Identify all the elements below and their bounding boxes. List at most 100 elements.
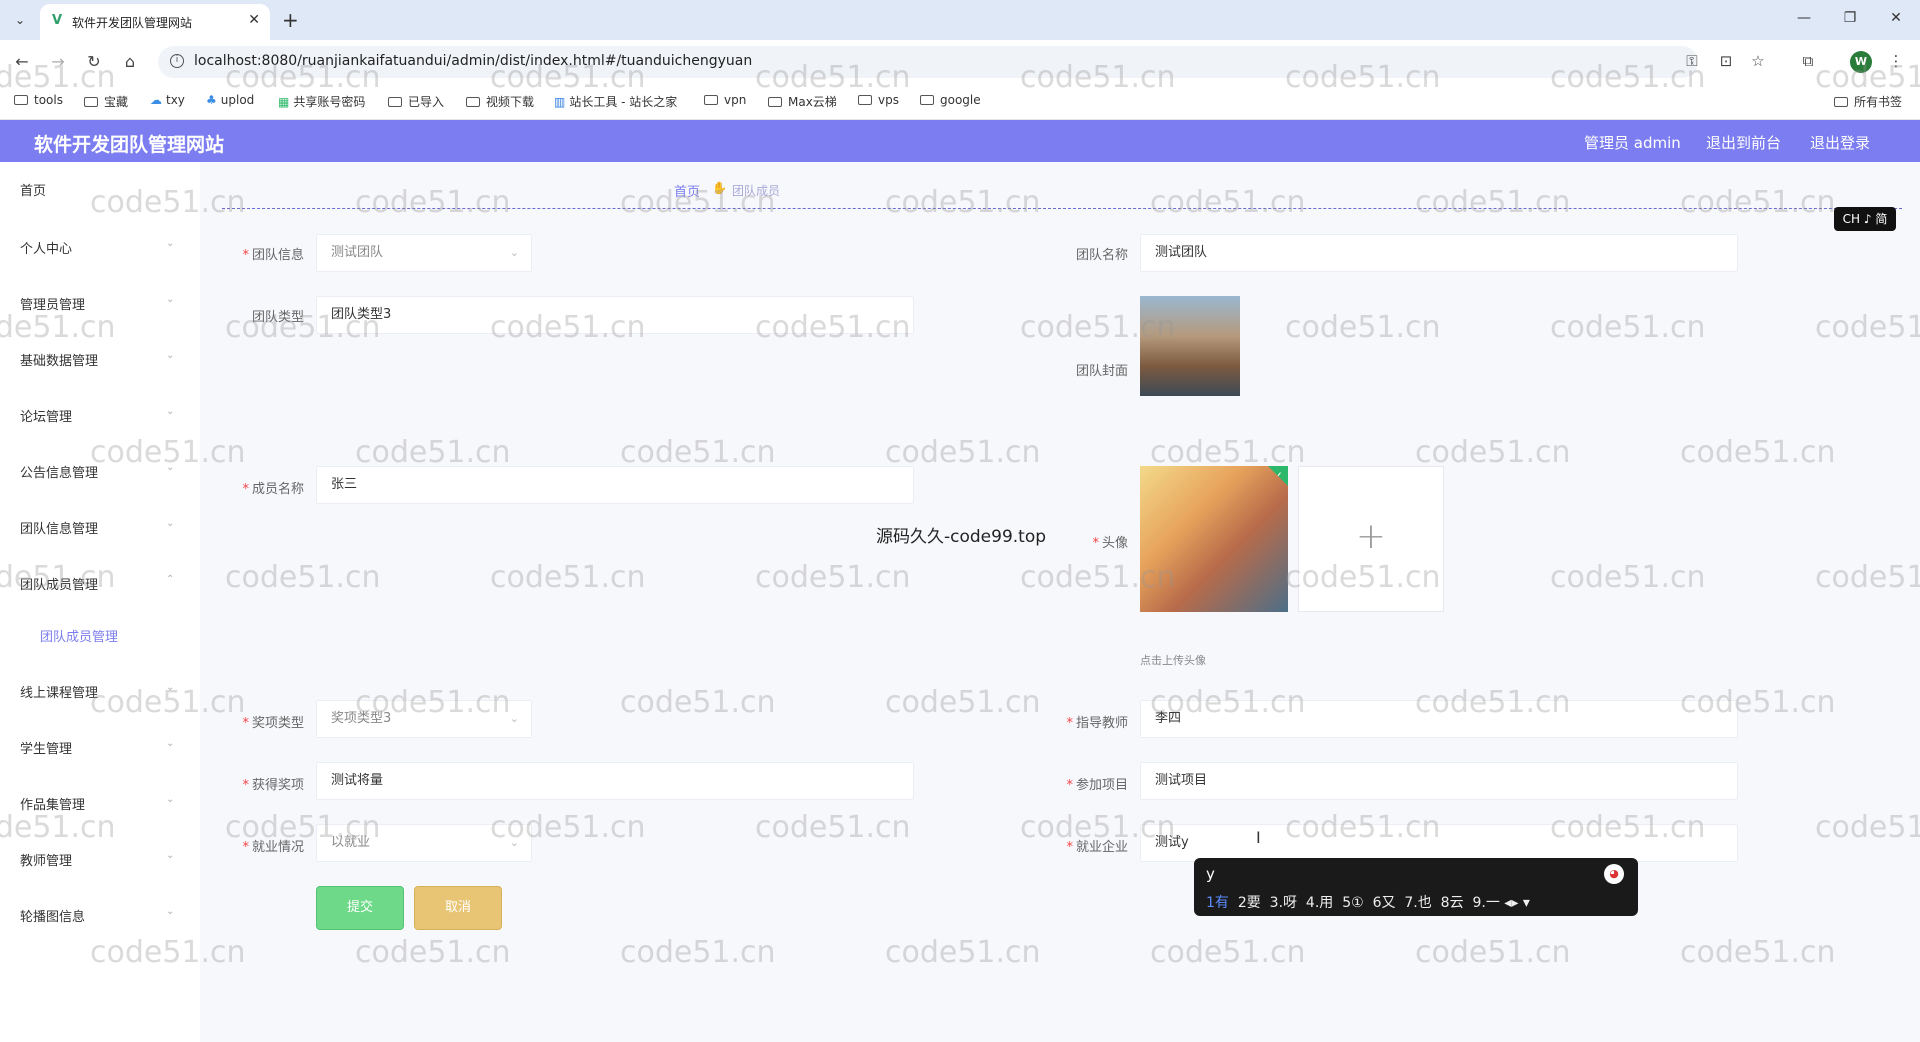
ime-candidate[interactable]: 8云 — [1441, 895, 1464, 911]
bookmark-uplod[interactable]: ♣ uplod — [206, 93, 254, 107]
forward-icon[interactable]: → — [48, 52, 68, 71]
ime-mode-badge[interactable]: CH ♪ 简 — [1834, 207, 1896, 231]
bookmark-shared-accounts[interactable]: ▦ 共享账号密码 — [278, 93, 365, 110]
ime-page-arrows-icon[interactable]: ◂▸ — [1504, 895, 1518, 911]
star-icon[interactable]: ☆ — [1748, 52, 1768, 70]
bookmark-google[interactable]: google — [920, 93, 981, 107]
sidebar-item-forum[interactable]: 论坛管理 — [20, 406, 72, 425]
team-name-input[interactable]: 测试团队 — [1140, 234, 1738, 272]
ime-candidate[interactable]: 7.也 — [1404, 895, 1431, 911]
avatar-image[interactable] — [1140, 466, 1288, 612]
project-label: * 参加项目 — [1066, 778, 1128, 793]
reload-icon[interactable]: ↻ — [84, 52, 104, 71]
minimize-icon[interactable]: — — [1794, 10, 1814, 26]
sidebar-item-base-data[interactable]: 基础数据管理 — [20, 350, 98, 369]
sidebar-item-team-info[interactable]: 团队信息管理 — [20, 518, 98, 537]
upload-plus-icon[interactable]: + — [1298, 466, 1444, 612]
bookmark-baozang[interactable]: 宝藏 — [84, 93, 128, 110]
site-info-icon[interactable]: i — [170, 54, 184, 68]
chart-icon: ▥ — [554, 95, 566, 109]
ime-candidate[interactable]: 2要 — [1238, 895, 1261, 911]
avatar-label: * 头像 — [1092, 536, 1128, 551]
chevron-down-icon: ⌄ — [166, 238, 175, 249]
ime-candidate-window: y ◕ 1有 2要 3.呀 4.用 5① 6又 7.也 8云 9.一 ◂▸ ▾ — [1194, 858, 1638, 916]
url-field[interactable]: i localhost:8080/ruanjiankaifatuandui/ad… — [158, 46, 1698, 78]
sidebar-item-carousel[interactable]: 轮播图信息 — [20, 906, 85, 925]
sidebar-item-teacher[interactable]: 教师管理 — [20, 850, 72, 869]
menu-dots-icon[interactable]: ⋮ — [1886, 52, 1906, 70]
member-name-input[interactable]: 张三 — [316, 466, 914, 504]
award-input[interactable]: 测试将量 — [316, 762, 914, 800]
chevron-down-icon: ⌄ — [166, 794, 175, 805]
avatar-upload-hint: 点击上传头像 — [1140, 654, 1206, 667]
chevron-down-icon: ⌄ — [166, 850, 175, 861]
breadcrumb-home[interactable]: 首页 — [674, 181, 700, 200]
project-input[interactable]: 测试项目 — [1140, 762, 1738, 800]
ime-composition: y — [1206, 865, 1215, 883]
folder-icon — [768, 97, 782, 107]
bookmark-txy[interactable]: ☁ txy — [150, 93, 185, 107]
ime-expand-icon[interactable]: ▾ — [1523, 895, 1530, 911]
sheet-icon: ▦ — [278, 95, 290, 109]
ime-candidate[interactable]: 1有 — [1206, 895, 1229, 911]
close-tab-icon[interactable]: ✕ — [248, 12, 260, 28]
bookmark-imported[interactable]: 已导入 — [388, 93, 444, 110]
team-cover-label: 团队封面 — [1075, 364, 1128, 379]
sidebar-item-team-member[interactable]: 团队成员管理 — [20, 574, 98, 593]
logout-link[interactable]: 退出登录 — [1810, 132, 1870, 153]
exit-to-front-link[interactable]: 退出到前台 — [1706, 132, 1781, 153]
bookmark-all[interactable]: 所有书签 — [1834, 93, 1902, 110]
chevron-down-icon: ⌄ — [166, 406, 175, 417]
bookmark-max[interactable]: Max云梯 — [768, 93, 837, 110]
app-title: 软件开发团队管理网站 — [34, 134, 225, 156]
folder-icon — [466, 97, 480, 107]
bookmark-video-download[interactable]: 视频下载 — [466, 93, 534, 110]
team-type-input[interactable]: 团队类型3 — [316, 296, 914, 334]
team-info-select[interactable]: 测试团队 ⌄ — [316, 234, 532, 272]
ime-candidate[interactable]: 5① — [1342, 895, 1363, 911]
bookmark-tools[interactable]: tools — [14, 93, 63, 107]
sidebar-item-notice[interactable]: 公告信息管理 — [20, 462, 98, 481]
extensions-icon[interactable]: ⧉ — [1798, 52, 1818, 70]
network-icon: ♣ — [206, 93, 217, 107]
address-bar: ← → ↻ ⌂ i localhost:8080/ruanjiankaifatu… — [0, 40, 1920, 84]
chevron-down-icon: ⌄ — [166, 906, 175, 917]
home-icon[interactable]: ⌂ — [120, 52, 140, 71]
sidebar-item-online-course[interactable]: 线上课程管理 — [20, 682, 98, 701]
bookmark-vps[interactable]: vps — [858, 93, 899, 107]
submit-button[interactable]: 提交 — [316, 886, 404, 930]
restore-icon[interactable]: ❐ — [1840, 10, 1860, 26]
browser-tab-bar: ⌄ V 软件开发团队管理网站 ✕ + — ❐ ✕ — [0, 0, 1920, 40]
employment-select[interactable]: 以就业 ⌄ — [316, 824, 532, 862]
company-input[interactable]: 测试y — [1140, 824, 1738, 862]
award-type-select[interactable]: 奖项类型3 ⌄ — [316, 700, 532, 738]
bookmark-chinaz[interactable]: ▥ 站长工具 - 站长之家 — [554, 93, 677, 110]
password-key-icon[interactable]: ⚿ — [1682, 52, 1702, 70]
sidebar-item-portfolio[interactable]: 作品集管理 — [20, 794, 85, 813]
sidebar-item-admin[interactable]: 管理员管理 — [20, 294, 85, 313]
team-info-label: * 团队信息 — [242, 248, 304, 263]
folder-icon — [84, 97, 98, 107]
breadcrumb-divider — [222, 208, 1902, 209]
bookmark-vpn[interactable]: vpn — [704, 93, 746, 107]
sidebar-item-personal[interactable]: 个人中心 — [20, 238, 72, 257]
ime-candidate[interactable]: 4.用 — [1306, 895, 1333, 911]
back-icon[interactable]: ← — [12, 52, 32, 71]
window-close-icon[interactable]: ✕ — [1886, 10, 1906, 26]
company-label: * 就业企业 — [1066, 840, 1128, 855]
chevron-down-icon: ⌄ — [509, 712, 519, 725]
sidebar-item-home[interactable]: 首页 — [20, 180, 46, 199]
new-tab-icon[interactable]: + — [282, 8, 299, 32]
tab-search-icon[interactable]: ⌄ — [10, 10, 30, 30]
ime-candidate[interactable]: 9.一 — [1472, 895, 1499, 911]
browser-tab[interactable]: V 软件开发团队管理网站 ✕ — [40, 4, 270, 40]
sidebar-item-student[interactable]: 学生管理 — [20, 738, 72, 757]
sidebar-subitem-team-member[interactable]: 团队成员管理 — [40, 626, 118, 645]
teacher-input[interactable]: 李四 — [1140, 700, 1738, 738]
screenshot-icon[interactable]: ⊡ — [1716, 52, 1736, 70]
ime-candidate[interactable]: 3.呀 — [1270, 895, 1297, 911]
ime-candidate[interactable]: 6又 — [1373, 895, 1396, 911]
profile-avatar[interactable]: W — [1850, 51, 1872, 73]
cancel-button[interactable]: 取消 — [414, 886, 502, 930]
employment-label: * 就业情况 — [242, 840, 304, 855]
